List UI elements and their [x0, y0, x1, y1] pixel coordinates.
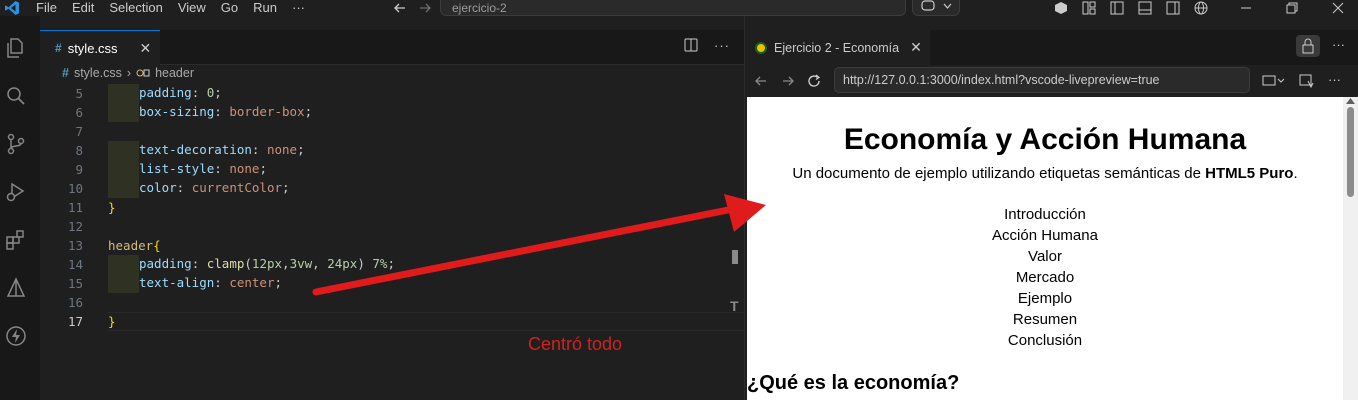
annotation-arrow: [312, 194, 766, 296]
